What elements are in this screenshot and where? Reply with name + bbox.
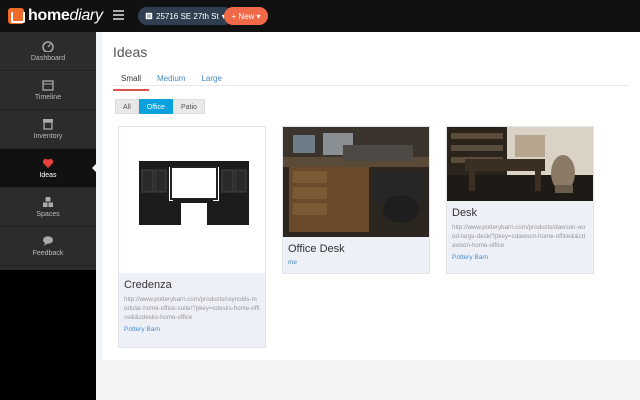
- building-icon: [145, 12, 153, 20]
- office-desk-photo: [283, 127, 429, 237]
- idea-title: Desk: [452, 207, 478, 219]
- calendar-icon: [42, 80, 54, 91]
- sidebar: Dashboard Timeline Inventory Ideas Space…: [0, 32, 97, 270]
- address-dropdown-button[interactable]: 25716 SE 27th St ▾: [138, 7, 233, 25]
- sidebar-item-label: Feedback: [32, 250, 64, 257]
- cubes-icon: [43, 197, 53, 207]
- new-button-label: + New: [231, 11, 255, 21]
- tab-large[interactable]: Large: [193, 70, 229, 91]
- tab-medium[interactable]: Medium: [149, 70, 193, 91]
- sidebar-item-label: Timeline: [34, 94, 62, 101]
- sidebar-item-dashboard[interactable]: Dashboard: [0, 32, 96, 71]
- comment-icon: [43, 236, 53, 246]
- sidebar-item-label: Spaces: [36, 211, 60, 218]
- logo-house-icon: [8, 8, 25, 24]
- app-logo[interactable]: homediary: [8, 6, 103, 26]
- tab-small[interactable]: Small: [113, 70, 150, 91]
- idea-source[interactable]: me: [288, 259, 424, 266]
- heart-icon: [42, 158, 54, 168]
- sidebar-footer: [0, 270, 96, 400]
- menu-toggle-icon[interactable]: [113, 10, 124, 20]
- idea-image[interactable]: [283, 127, 429, 237]
- sidebar-item-timeline[interactable]: Timeline: [0, 71, 96, 110]
- address-label: 25716 SE 27th St: [156, 11, 219, 21]
- idea-title: Office Desk: [288, 243, 345, 255]
- sidebar-item-label: Ideas: [39, 172, 57, 179]
- idea-url[interactable]: http://www.potterybarn.com/products/daws…: [452, 223, 588, 250]
- category-filters: All Office Patio: [115, 99, 205, 114]
- filter-all[interactable]: All: [115, 99, 139, 114]
- main-content: Ideas Small Medium Large All Office Pati…: [96, 32, 640, 400]
- sidebar-item-spaces[interactable]: Spaces: [0, 188, 96, 227]
- sidebar-item-label: Dashboard: [30, 55, 66, 62]
- archive-icon: [43, 119, 53, 130]
- top-bar: homediary 25716 SE 27th St ▾ + New ▾: [0, 0, 640, 32]
- page-title: Ideas: [113, 44, 148, 60]
- sidebar-item-inventory[interactable]: Inventory: [0, 110, 96, 149]
- idea-card[interactable]: Office Desk me: [282, 126, 430, 274]
- logo-text: homediary: [28, 7, 103, 24]
- size-tabs: Small Medium Large: [113, 70, 230, 91]
- ideas-panel: Ideas Small Medium Large All Office Pati…: [102, 32, 640, 360]
- idea-source[interactable]: Pottery Barn: [452, 254, 588, 261]
- idea-card[interactable]: Desk http://www.potterybarn.com/products…: [446, 126, 594, 274]
- tabs-divider: [113, 85, 629, 86]
- idea-image[interactable]: [119, 127, 265, 273]
- chevron-down-icon: ▾: [256, 11, 261, 21]
- idea-card[interactable]: Credenza http://www.potterybarn.com/prod…: [118, 126, 266, 348]
- sidebar-item-ideas[interactable]: Ideas: [0, 149, 97, 188]
- idea-source[interactable]: Pottery Barn: [124, 326, 260, 333]
- credenza-image: [119, 127, 265, 273]
- dashboard-icon: [42, 41, 54, 52]
- sidebar-item-label: Inventory: [33, 133, 63, 140]
- filter-office[interactable]: Office: [138, 99, 173, 114]
- filter-patio[interactable]: Patio: [172, 99, 205, 114]
- sidebar-item-feedback[interactable]: Feedback: [0, 227, 96, 266]
- idea-image[interactable]: [447, 127, 593, 201]
- new-button[interactable]: + New ▾: [224, 7, 268, 25]
- idea-title: Credenza: [124, 279, 172, 291]
- idea-url[interactable]: http://www.potterybarn.com/products/reyn…: [124, 295, 260, 322]
- desk-photo: [447, 127, 593, 201]
